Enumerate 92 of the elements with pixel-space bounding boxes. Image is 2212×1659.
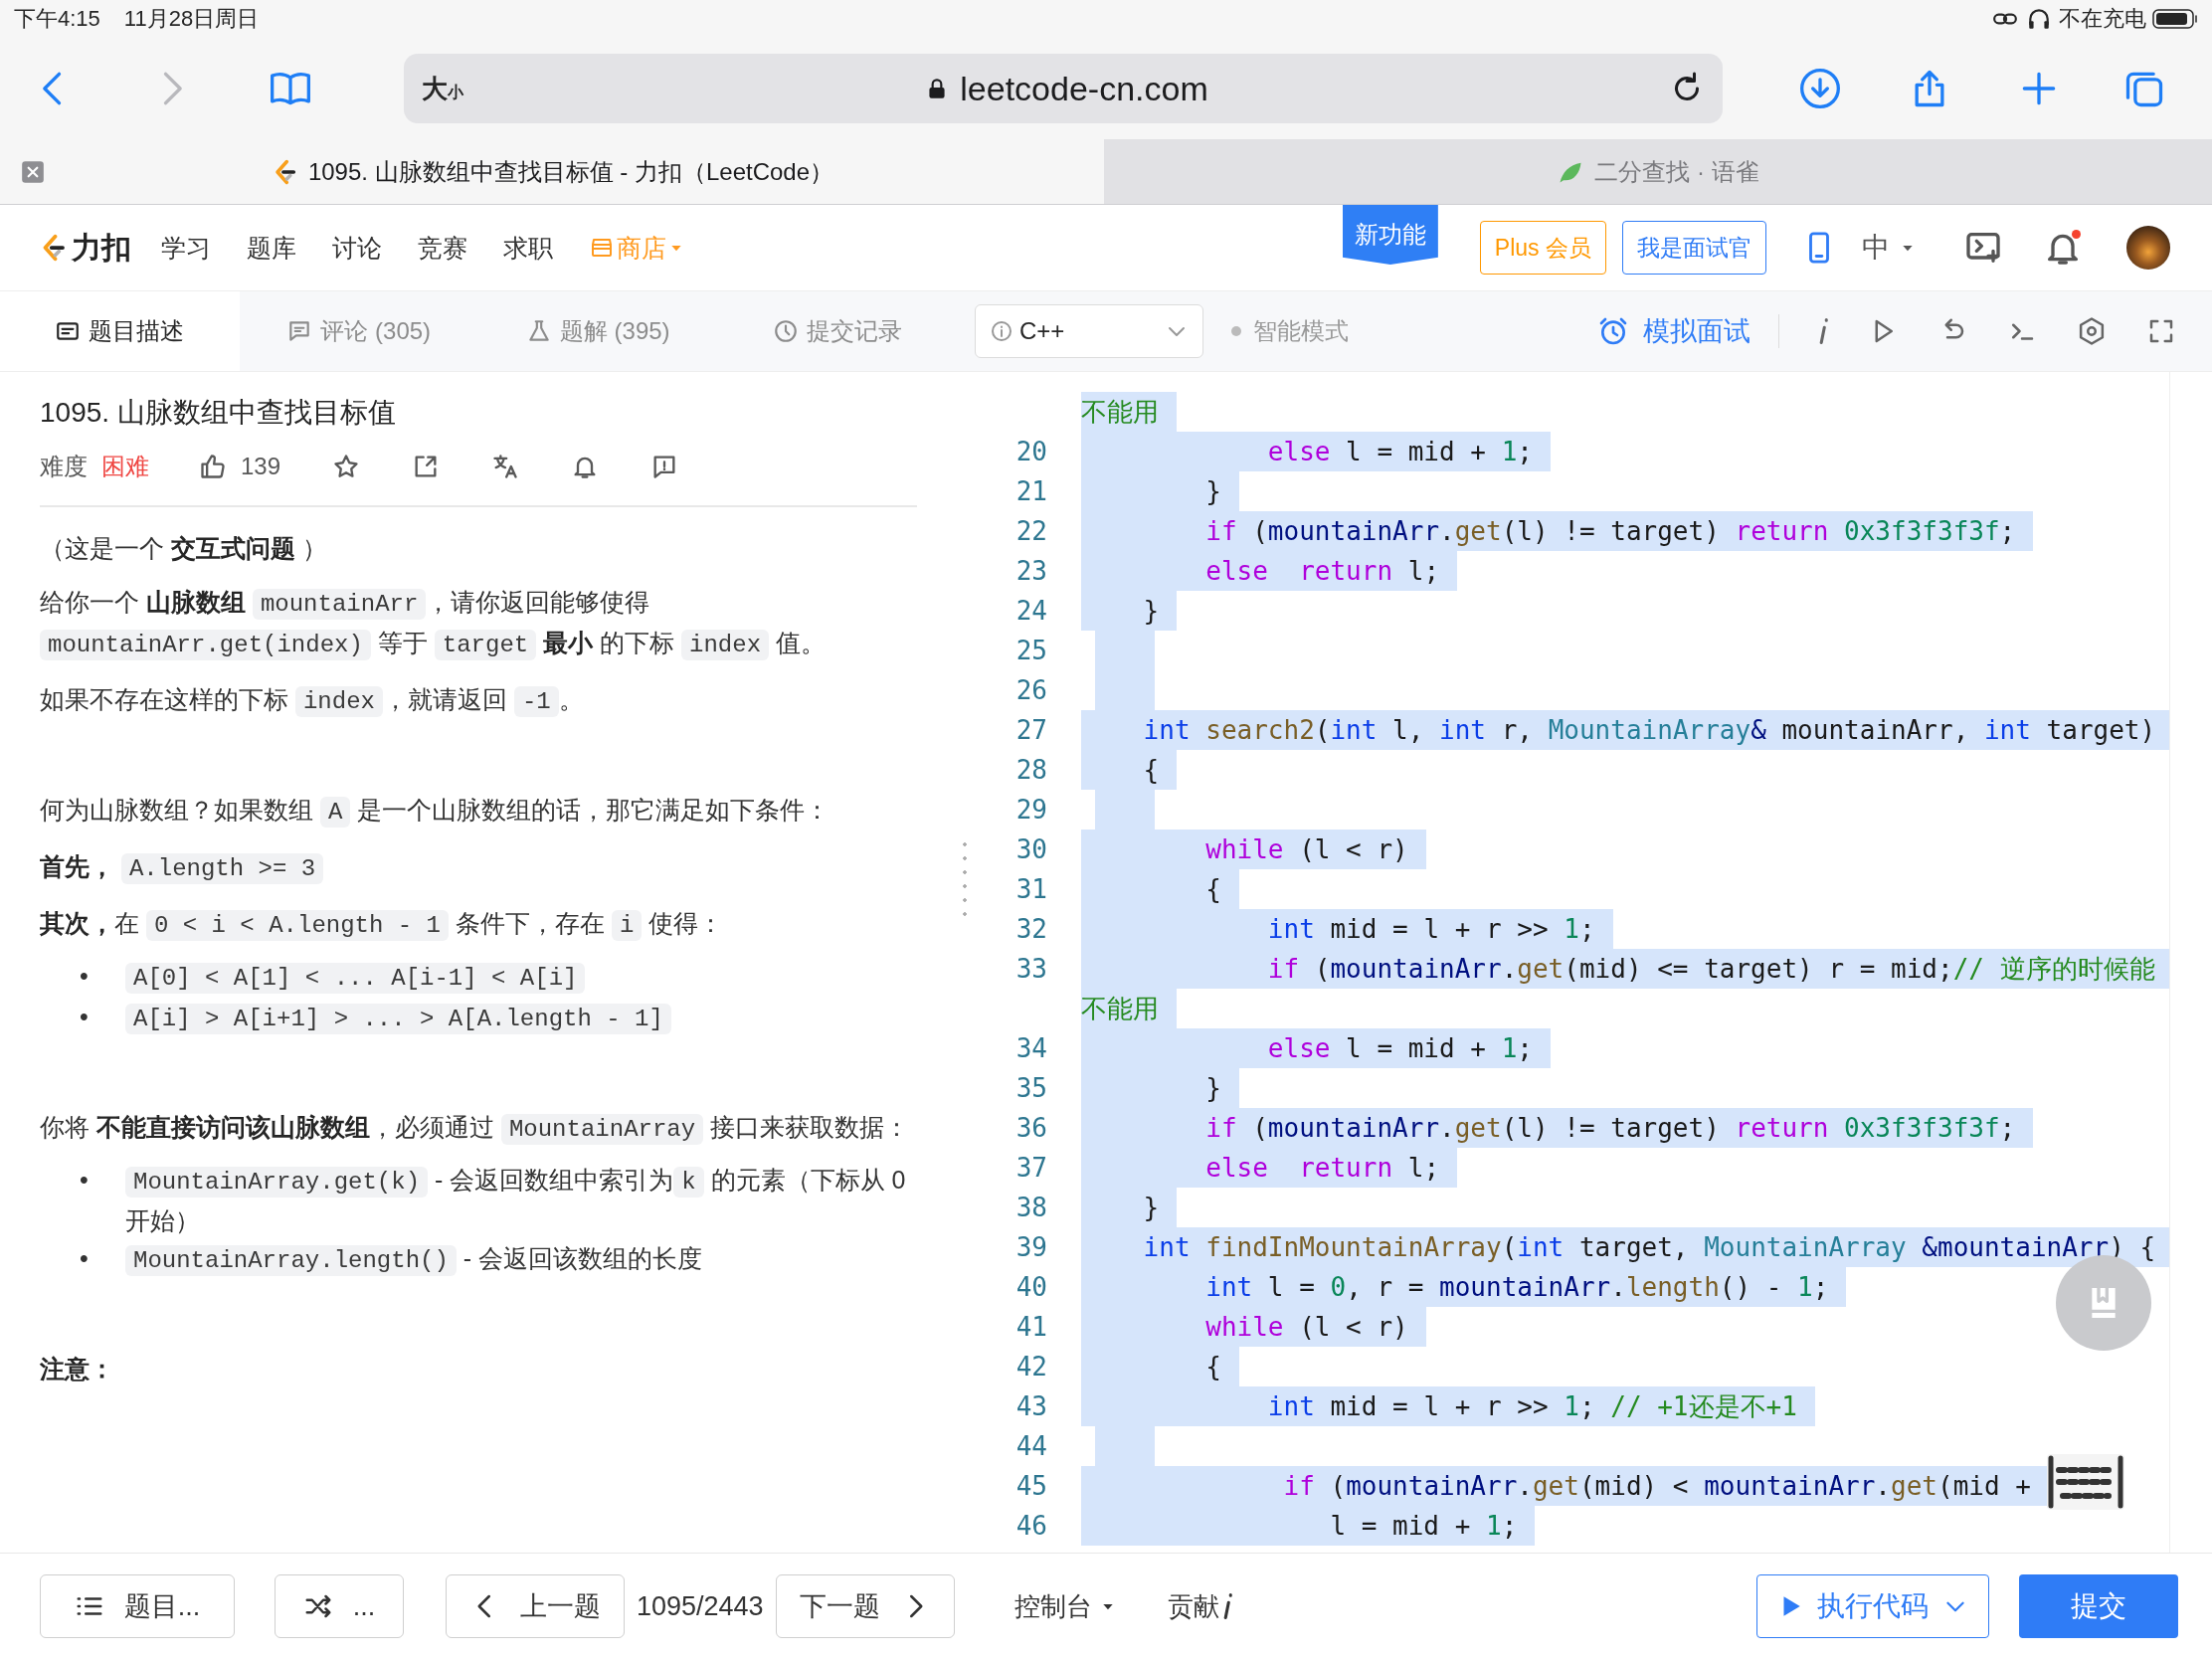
difficulty-label: 难度 (40, 452, 88, 481)
previous-button[interactable]: 上一题 (446, 1574, 625, 1638)
description-paragraph: 何为山脉数组？如果数组 A 是一个山脉数组的话，那它满足如下条件： (40, 795, 831, 830)
line-number: 33 (1014, 954, 1047, 984)
status-time: 下午4:15 (14, 5, 100, 33)
translate-icon[interactable] (491, 453, 520, 480)
line-number: 44 (1014, 1431, 1047, 1461)
line-number: 24 (1014, 596, 1047, 626)
line-number: 23 (1014, 556, 1047, 586)
keyboard-icon[interactable] (2047, 1454, 2124, 1510)
alarm-clock-icon (1597, 315, 1629, 347)
line-number: 22 (1014, 516, 1047, 546)
description-paragraph: 注意： (40, 1354, 115, 1384)
line-number: 38 (1014, 1193, 1047, 1222)
bullet-item: A[0] < A[1] < ... A[i-1] < A[i] (125, 957, 927, 998)
console-toggle[interactable]: 控制台 (1008, 1587, 1122, 1625)
line-number: 36 (1014, 1113, 1047, 1143)
thumbs-up-icon[interactable] (199, 453, 227, 480)
nav-link[interactable]: 学习 (161, 231, 211, 265)
problem-counter: 1095/2443 (637, 1590, 764, 1622)
line-number: 45 (1014, 1471, 1047, 1501)
contribute-link[interactable]: 贡献 (1161, 1587, 1238, 1625)
close-icon[interactable] (20, 159, 46, 185)
url-text: leetcode-cn.com (960, 69, 1208, 108)
line-number: 32 (1014, 914, 1047, 944)
line-number: 40 (1014, 1272, 1047, 1302)
problem-title: 1095. 山脉数组中查找目标值 (40, 396, 397, 430)
description-paragraph: 如果不存在这样的下标 index ，就请返回 -1 。 (40, 684, 585, 719)
line-number: 21 (1014, 476, 1047, 506)
browser-tab[interactable]: 1095. 山脉数组中查找目标值 - 力扣（LeetCode） (0, 139, 1104, 204)
submit-button[interactable]: 提交 (2019, 1574, 2178, 1638)
line-number: 43 (1014, 1391, 1047, 1421)
like-count: 139 (241, 452, 281, 481)
logo-text[interactable]: 力扣 (72, 227, 131, 269)
next-button[interactable]: 下一题 (775, 1574, 955, 1638)
problem-list-button[interactable]: 题目... (40, 1574, 235, 1638)
interviewer-button[interactable]: 我是面试官 (1622, 221, 1766, 275)
description-paragraph: 其次，在 0 < i < A.length - 1 条件下，存在 i 使得： (40, 908, 725, 943)
line-number: 29 (1014, 795, 1047, 825)
info-icon (1222, 1593, 1232, 1619)
nav-link[interactable]: 题库 (247, 231, 296, 265)
run-code-button[interactable]: 执行代码 (1756, 1574, 1989, 1638)
line-number: 30 (1014, 834, 1047, 864)
mock-interview-button[interactable]: 模拟面试 (1591, 312, 1756, 350)
battery-icon (2152, 7, 2198, 31)
line-number: 35 (1014, 1073, 1047, 1103)
avatar[interactable] (2126, 226, 2170, 270)
charging-status: 不在充电 (2059, 5, 2146, 33)
language-select[interactable]: C++ (975, 304, 1203, 358)
nav-link[interactable]: 讨论 (332, 231, 382, 265)
bullet-item: MountainArray.get(k) - 会返回数组中索引为 k 的元素（下标从 0 开始） (125, 1165, 907, 1236)
description-paragraph: 你将 不能直接访问该山脉数组，必须通过 MountainArray 接口来获取数据： (40, 1112, 911, 1147)
mode-label: 智能模式 (1253, 316, 1349, 346)
line-number: 42 (1014, 1352, 1047, 1382)
line-number: 31 (1014, 874, 1047, 904)
line-number: 41 (1014, 1312, 1047, 1342)
bullet-item: MountainArray.length() - 会返回该数组的长度 (125, 1239, 927, 1280)
line-number: 27 (1014, 715, 1047, 745)
random-button[interactable]: ... (275, 1574, 404, 1638)
text-size-button[interactable]: 大小 (422, 71, 463, 106)
line-number: 25 (1014, 636, 1047, 665)
bullet-marker: • (80, 1165, 90, 1196)
language-dropdown[interactable]: 中 (1862, 229, 1916, 267)
description-paragraph: （这是一个 交互式问题 ） (40, 533, 328, 564)
line-number: 46 (1014, 1511, 1047, 1541)
panel-tab[interactable]: 题目描述 (0, 291, 240, 371)
download-icon[interactable] (1798, 67, 1842, 110)
address-bar[interactable]: 大小 leetcode-cn.com (404, 54, 1723, 123)
line-number: 26 (1014, 675, 1047, 705)
line-number: 39 (1014, 1232, 1047, 1262)
status-date: 11月28日周日 (123, 5, 260, 33)
difficulty-value: 困难 (101, 452, 149, 481)
line-number: 28 (1014, 755, 1047, 785)
nav-link[interactable]: 竞赛 (418, 231, 467, 265)
line-number: 20 (1014, 437, 1047, 466)
description-paragraph: 首先， A.length >= 3 (40, 847, 927, 888)
bullet-marker: • (80, 1243, 90, 1274)
clock-icon (772, 318, 799, 344)
star-icon[interactable] (332, 453, 361, 480)
settings-icon[interactable] (2077, 316, 2107, 346)
info-icon (990, 319, 1014, 343)
line-number: 37 (1014, 1153, 1047, 1183)
store-icon (589, 236, 615, 260)
info-icon[interactable] (1819, 318, 1828, 344)
status-dot (1231, 326, 1241, 336)
bullet-marker: • (80, 961, 90, 992)
notification-dot (2072, 230, 2081, 239)
description-paragraph: 给你一个 山脉数组 mountainArr ，请你返回能够使得 mountainArr.get(index) 等于 target 最小 的下标 index 值。 (40, 587, 827, 662)
line-number: 34 (1014, 1033, 1047, 1063)
bullet-marker: • (80, 1002, 90, 1032)
nav-link[interactable]: 求职 (503, 231, 553, 265)
new-feature-badge[interactable]: 新功能 (1342, 205, 1438, 265)
